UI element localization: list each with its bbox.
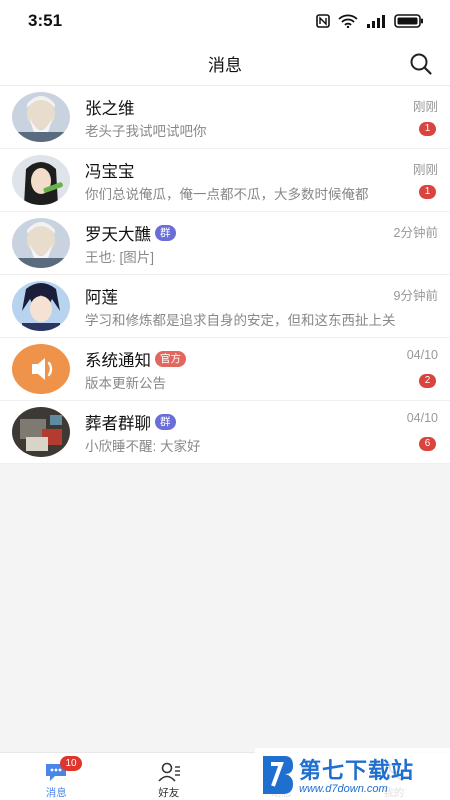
wifi-icon [338,14,358,28]
unread-badge: 1 [419,185,436,199]
message-preview: 小欣睡不醒: 大家好 [85,439,201,454]
tab-unread-badge: 10 [60,756,82,771]
signal-icon [367,15,385,28]
conversation-item[interactable]: 张之维 老头子我试吧试吧你 刚刚 1 [0,86,450,149]
message-preview: 学习和修炼都是追求自身的安定，但和这东西扯上关 [85,313,396,328]
unread-badge: 6 [419,437,436,451]
avatar[interactable] [12,407,70,457]
page-title: 消息 [208,56,242,75]
conversation-item[interactable]: 冯宝宝 你们总说俺瓜，俺一点都不瓜，大多数时候俺都 刚刚 1 [0,149,450,212]
tab-label: 消息 [45,787,67,799]
tab-messages[interactable]: 消息 10 [0,753,113,800]
avatar[interactable] [12,344,70,394]
official-tag: 官方 [155,351,186,367]
contact-name: 张之维 [85,100,135,118]
watermark-logo-icon [263,756,293,794]
unread-badge: 2 [419,374,436,388]
status-time: 3:51 [28,11,63,30]
tab-label: 好友 [158,787,180,799]
header: 消息 [0,42,450,86]
friends-icon [158,762,180,782]
status-bar: 3:51 [0,0,450,42]
speaker-icon [12,344,70,394]
message-preview: 王也: [图片] [85,250,155,265]
watermark-title: 第七下载站 [299,758,415,783]
battery-icon [394,14,423,28]
unread-badge: 1 [419,122,436,136]
message-preview: 老头子我试吧试吧你 [85,124,207,139]
message-time: 2分钟前 [393,226,438,240]
avatar[interactable] [12,92,70,142]
group-tag: 群 [155,225,176,241]
group-name: 葬者群聊 [85,415,151,433]
conversation-item[interactable]: 阿莲 学习和修炼都是追求自身的安定，但和这东西扯上关 9分钟前 [0,275,450,338]
system-notice-name: 系统通知 [85,352,151,370]
search-icon[interactable] [408,51,434,77]
message-time: 04/10 [406,348,438,362]
message-time: 刚刚 [412,163,438,177]
avatar[interactable] [12,218,70,268]
group-tag: 群 [155,414,176,430]
conversation-item[interactable]: 葬者群聊 群 小欣睡不醒: 大家好 04/10 6 [0,401,450,464]
tab-friends[interactable]: 好友 [113,753,226,800]
contact-name: 阿莲 [85,289,118,307]
message-preview: 你们总说俺瓜，俺一点都不瓜，大多数时候俺都 [85,187,369,202]
message-time: 9分钟前 [393,289,438,303]
conversation-item[interactable]: 系统通知 官方 版本更新公告 04/10 2 [0,338,450,401]
conversation-list: 张之维 老头子我试吧试吧你 刚刚 1 冯宝宝 你们总说俺瓜，俺一点都不瓜，大多数… [0,86,450,464]
message-time: 刚刚 [412,100,438,114]
avatar[interactable] [12,281,70,331]
conversation-item[interactable]: 罗天大醮 群 王也: [图片] 2分钟前 [0,212,450,275]
watermark-url: www.d7down.com [299,783,388,795]
contact-name: 冯宝宝 [85,163,135,181]
message-time: 04/10 [406,411,438,425]
nfc-icon [316,14,330,28]
site-watermark: 第七下载站 www.d7down.com [255,748,450,800]
status-icons [316,14,424,28]
avatar[interactable] [12,155,70,205]
group-name: 罗天大醮 [85,226,151,244]
message-preview: 版本更新公告 [85,376,166,391]
